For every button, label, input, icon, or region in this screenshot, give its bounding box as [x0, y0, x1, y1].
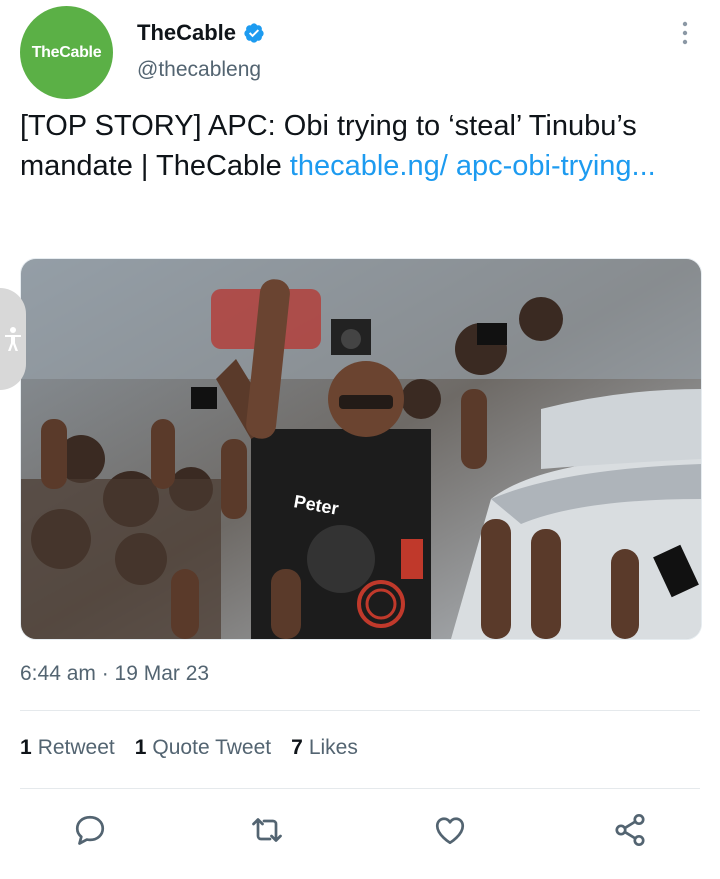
tweet-timestamp[interactable]: 6:44 am · 19 Mar 23 — [20, 662, 209, 686]
retweets-label: Retweet — [37, 736, 115, 759]
crowd-photo-illustration: Peter — [21, 259, 701, 639]
tweet-link[interactable]: thecable.ng/ apc-obi-trying... — [290, 150, 656, 182]
display-name[interactable]: TheCable — [137, 20, 236, 46]
like-icon[interactable] — [432, 812, 468, 848]
likes-stat[interactable]: 7 Likes — [291, 736, 358, 760]
tweet-actions — [0, 806, 720, 856]
verified-badge-icon — [244, 23, 264, 43]
account-handle[interactable]: @thecableng — [137, 58, 261, 82]
accessibility-icon — [5, 327, 21, 351]
quote-tweets-stat[interactable]: 1 Quote Tweet — [135, 736, 271, 760]
retweets-stat[interactable]: 1 Retweet — [20, 736, 115, 760]
retweet-icon[interactable] — [249, 812, 285, 848]
engagement-stats: 1 Retweet 1 Quote Tweet 7 Likes — [20, 736, 358, 760]
avatar[interactable]: TheCable — [20, 6, 113, 99]
likes-label: Likes — [308, 736, 358, 759]
reply-icon[interactable] — [72, 812, 108, 848]
account-name-row[interactable]: TheCable — [137, 20, 265, 46]
avatar-logo-text: TheCable — [31, 43, 102, 61]
tweet-photo[interactable]: Peter — [20, 258, 702, 640]
more-options-icon[interactable] — [675, 20, 695, 46]
quote-tweets-label: Quote Tweet — [152, 736, 272, 759]
retweets-count: 1 — [20, 736, 32, 759]
divider — [20, 710, 700, 711]
tweet-text: [TOP STORY] APC: Obi trying to ‘steal’ T… — [20, 106, 710, 186]
share-icon[interactable] — [612, 812, 648, 848]
likes-count: 7 — [291, 736, 303, 759]
divider — [20, 788, 700, 789]
quote-tweets-count: 1 — [134, 736, 147, 759]
accessibility-tab[interactable] — [0, 288, 26, 390]
